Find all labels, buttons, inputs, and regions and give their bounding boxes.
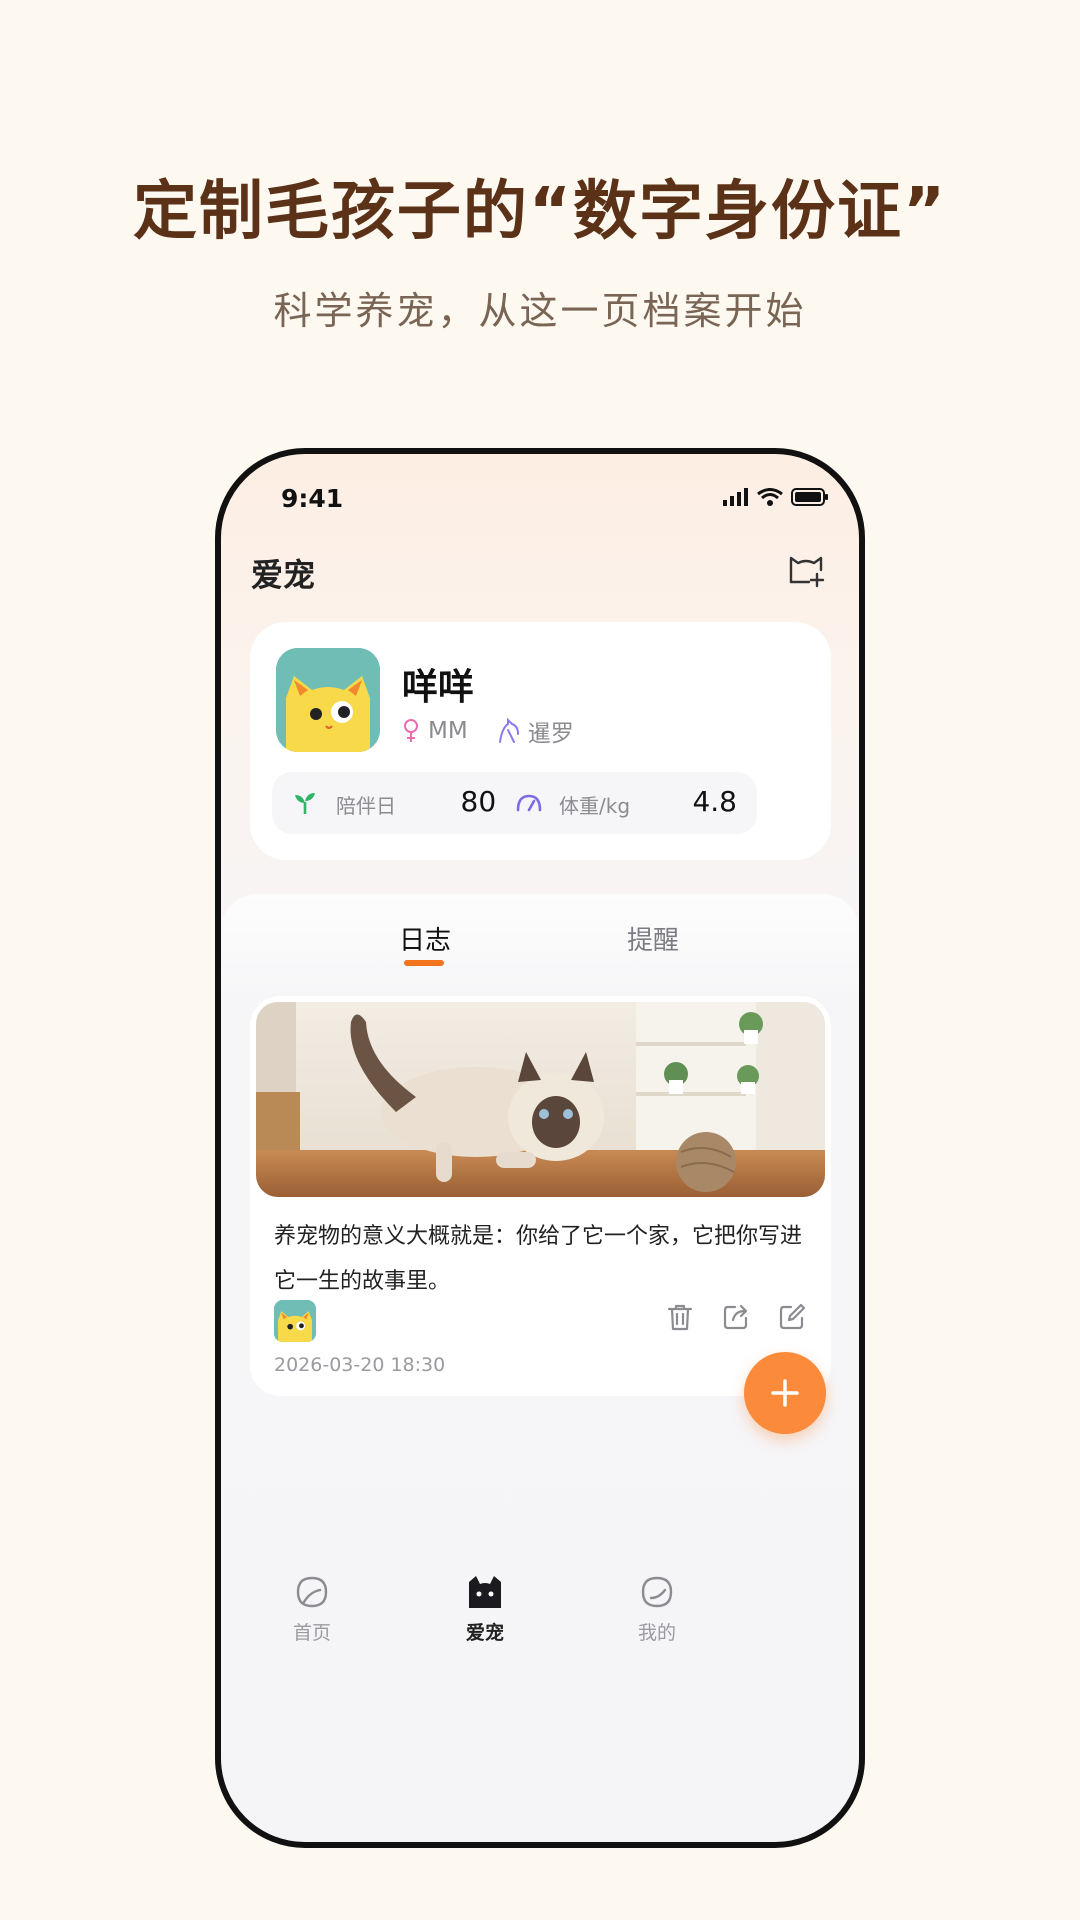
pet-avatar[interactable] bbox=[276, 648, 380, 752]
tab-bar: 日志 提醒 bbox=[221, 894, 859, 1004]
plus-icon bbox=[771, 1379, 799, 1407]
log-post-card[interactable]: 养宠物的意义大概就是：你给了它一个家，它把你写进它一生的故事里。 2026-03… bbox=[250, 996, 831, 1396]
page-title: 爱宠 bbox=[251, 556, 316, 594]
home-icon bbox=[296, 1576, 328, 1608]
gauge-icon bbox=[516, 794, 542, 812]
tab-active-indicator bbox=[404, 960, 444, 966]
pet-gender: MM bbox=[428, 718, 468, 744]
status-bar: 9:41 bbox=[221, 454, 859, 534]
status-icons bbox=[723, 488, 829, 506]
status-time: 9:41 bbox=[281, 484, 344, 513]
post-date: 2026-03-20 18:30 bbox=[274, 1354, 446, 1376]
nav-label: 我的 bbox=[637, 1622, 676, 1644]
promo-headline: 定制毛孩子的“数字身份证” bbox=[132, 175, 948, 249]
nav-label: 爱宠 bbox=[465, 1622, 504, 1644]
delete-icon[interactable] bbox=[665, 1302, 695, 1332]
post-photo[interactable] bbox=[256, 1002, 825, 1197]
battery-icon bbox=[791, 488, 828, 506]
cat-breed-icon bbox=[498, 718, 519, 743]
stat-label: 陪伴日 bbox=[336, 794, 396, 818]
stat-label: 体重/kg bbox=[559, 794, 631, 818]
post-author-avatar bbox=[274, 1300, 316, 1342]
stat-value: 4.8 bbox=[692, 785, 737, 818]
siamese-cat-photo bbox=[256, 1002, 825, 1197]
cat-face-icon bbox=[469, 1576, 501, 1608]
signal-icon bbox=[723, 488, 748, 506]
cartoon-cat-avatar bbox=[276, 648, 380, 752]
nav-home[interactable]: 首页 bbox=[272, 1574, 352, 1645]
tab-reminder[interactable]: 提醒 bbox=[627, 920, 679, 957]
pet-meta: MM 暹罗 bbox=[402, 714, 574, 748]
promo-subline: 科学养宠，从这一页档案开始 bbox=[273, 289, 807, 333]
pet-profile-card[interactable]: 咩咩 MM 暹罗 陪伴日 808 体重/kg 4.8 bbox=[250, 622, 831, 860]
nav-pets[interactable]: 爱宠 bbox=[445, 1574, 525, 1645]
sprout-icon bbox=[295, 793, 315, 814]
stat-weight: 体重/kg 4.8 bbox=[495, 772, 757, 834]
share-icon[interactable] bbox=[721, 1302, 751, 1332]
edit-icon[interactable] bbox=[777, 1302, 807, 1332]
nav-label: 首页 bbox=[292, 1622, 331, 1644]
female-icon bbox=[404, 719, 418, 742]
pet-name: 咩咩 bbox=[402, 667, 475, 708]
post-actions bbox=[665, 1302, 807, 1332]
wifi-icon bbox=[757, 488, 783, 506]
phone-frame: 9:41 爱宠 咩咩 MM 暹罗 陪伴日 808 体重/kg 4.8 日志 提醒… bbox=[215, 448, 865, 1848]
add-pet-icon[interactable] bbox=[785, 548, 827, 590]
pet-breed: 暹罗 bbox=[527, 721, 574, 747]
nav-mine[interactable]: 我的 bbox=[617, 1574, 697, 1645]
post-text: 养宠物的意义大概就是：你给了它一个家，它把你写进它一生的故事里。 bbox=[274, 1224, 803, 1294]
profile-icon bbox=[641, 1576, 673, 1608]
bottom-nav: 首页 爱宠 我的 bbox=[221, 1574, 859, 1664]
add-log-button[interactable] bbox=[744, 1352, 826, 1434]
tab-log[interactable]: 日志 bbox=[399, 920, 451, 957]
cartoon-cat-avatar bbox=[274, 1300, 316, 1342]
